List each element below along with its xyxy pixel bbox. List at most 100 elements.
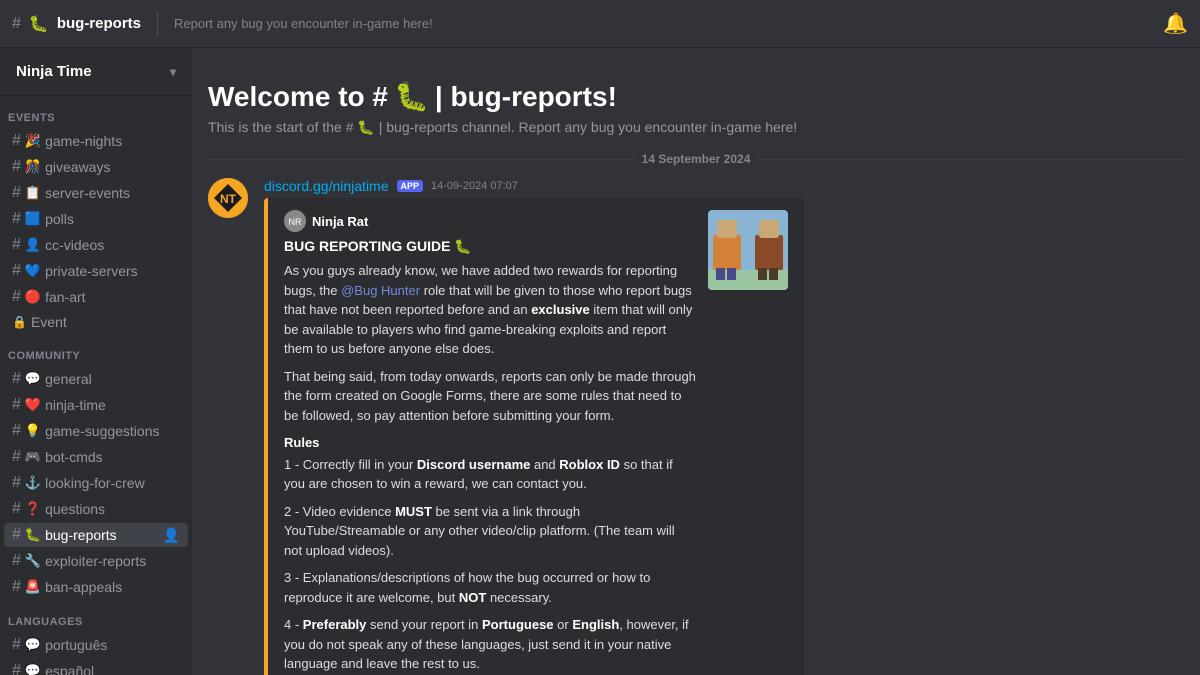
svg-text:NR: NR [289, 217, 302, 227]
game-nights-emoji: 🎉 [25, 133, 41, 149]
message-timestamp: 14-09-2024 07:07 [431, 180, 518, 192]
hash-icon: # [12, 370, 21, 388]
rule-4: 4 - Preferably send your report in Portu… [284, 615, 696, 674]
sidebar-item-ban-appeals[interactable]: # 🚨 ban-appeals [4, 575, 188, 599]
sidebar-item-bug-reports[interactable]: # 🐛 bug-reports 👤 [4, 523, 188, 547]
channel-name-polls: polls [45, 211, 180, 227]
rule-3: 3 - Explanations/descriptions of how the… [284, 568, 696, 607]
sidebar-item-game-nights[interactable]: # 🎉 game-nights [4, 129, 188, 153]
top-bar-description: Report any bug you encounter in-game her… [174, 16, 433, 31]
welcome-subtitle: This is the start of the # 🐛 | bug-repor… [208, 119, 1184, 136]
sidebar-item-exploiter-reports[interactable]: # 🔧 exploiter-reports [4, 549, 188, 573]
channel-hash-icon: # [12, 15, 21, 33]
server-chevron-icon: ▾ [170, 65, 176, 79]
sidebar-item-portugues[interactable]: # 💬 português [4, 633, 188, 657]
top-bar-right: 🔔 [1163, 11, 1188, 36]
ban-appeals-emoji: 🚨 [25, 579, 41, 595]
sidebar-item-bot-cmds[interactable]: # 🎮 bot-cmds [4, 445, 188, 469]
sidebar-item-looking-for-crew[interactable]: # ⚓ looking-for-crew [4, 471, 188, 495]
giveaways-emoji: 🎊 [25, 159, 41, 175]
notification-bell-icon[interactable]: 🔔 [1163, 11, 1188, 36]
channel-name-event: Event [31, 314, 180, 330]
channel-name-questions: questions [45, 501, 180, 517]
server-header[interactable]: Ninja Time ▾ [0, 48, 192, 96]
welcome-prefix: Welcome to # [208, 81, 388, 113]
channel-name-bot-cmds: bot-cmds [45, 449, 180, 465]
hash-icon: # [12, 526, 21, 544]
sidebar-item-ninja-time[interactable]: # ❤️ ninja-time [4, 393, 188, 417]
sidebar-item-general[interactable]: # 💬 general [4, 367, 188, 391]
sidebar-item-event[interactable]: 🔒 Event [4, 311, 188, 333]
sidebar-item-game-suggestions[interactable]: # 💡 game-suggestions [4, 419, 188, 443]
sidebar-item-cc-videos[interactable]: # 👤 cc-videos [4, 233, 188, 257]
channel-name-cc-videos: cc-videos [45, 237, 180, 253]
embed-author-name: Ninja Rat [312, 214, 368, 229]
top-bar: # 🐛 bug-reports Report any bug you encou… [0, 0, 1200, 48]
svg-text:NT: NT [220, 192, 237, 206]
bug-hunter-mention: @Bug Hunter [341, 283, 420, 298]
hash-icon: # [12, 474, 21, 492]
channel-name-game-nights: game-nights [45, 133, 180, 149]
channel-name-ninja-time: ninja-time [45, 397, 180, 413]
top-bar-channel-name: bug-reports [57, 15, 141, 32]
bot-link[interactable]: discord.gg/ninjatime [264, 178, 389, 194]
questions-emoji: ❓ [25, 501, 41, 517]
lock-icon: 🔒 [12, 315, 27, 329]
sidebar-item-server-events[interactable]: # 📋 server-events [4, 181, 188, 205]
exploiter-reports-emoji: 🔧 [25, 553, 41, 569]
sidebar-item-giveaways[interactable]: # 🎊 giveaways [4, 155, 188, 179]
top-bar-divider [157, 12, 158, 36]
embed-author-avatar: NR [284, 210, 306, 232]
game-suggestions-emoji: 💡 [25, 423, 41, 439]
general-emoji: 💬 [25, 371, 41, 387]
channel-name-private-servers: private-servers [45, 263, 180, 279]
private-servers-emoji: 💙 [25, 263, 41, 279]
bot-message-group: NT discord.gg/ninjatime APP 14-09-2024 0… [192, 174, 1200, 675]
hash-icon: # [12, 132, 21, 150]
category-events: EVENTS [0, 96, 192, 128]
date-label: 14 September 2024 [634, 152, 759, 166]
hash-icon: # [12, 288, 21, 306]
looking-for-crew-emoji: ⚓ [25, 475, 41, 491]
hash-icon: # [12, 158, 21, 176]
embed-card: NR Ninja Rat BUG REPORTING GUIDE 🐛 As [264, 198, 804, 675]
portugues-emoji: 💬 [25, 637, 41, 653]
sidebar-item-espanol[interactable]: # 💬 español [4, 659, 188, 675]
channel-content: Welcome to # 🐛 | bug-reports! This is th… [192, 48, 1200, 675]
embed-title-text: BUG REPORTING GUIDE [284, 238, 450, 254]
sidebar-item-private-servers[interactable]: # 💙 private-servers [4, 259, 188, 283]
hash-icon: # [12, 396, 21, 414]
welcome-channel-name: | bug-reports! [435, 81, 617, 113]
embed-intro: As you guys already know, we have added … [284, 261, 696, 359]
bug-reports-emoji: 🐛 [25, 527, 41, 543]
welcome-title: Welcome to # 🐛 | bug-reports! [208, 80, 1184, 113]
channel-name-general: general [45, 371, 180, 387]
hash-icon: # [12, 662, 21, 675]
embed-title: BUG REPORTING GUIDE 🐛 [284, 238, 696, 255]
hash-icon: # [12, 262, 21, 280]
hash-icon: # [12, 422, 21, 440]
message-content-area: discord.gg/ninjatime APP 14-09-2024 07:0… [264, 178, 1184, 675]
sidebar-item-fan-art[interactable]: # 🔴 fan-art [4, 285, 188, 309]
espanol-emoji: 💬 [25, 663, 41, 675]
channel-bug-emoji-icon: 🐛 [29, 14, 49, 34]
date-separator: 14 September 2024 [192, 144, 1200, 174]
bug-reports-badge: 👤 [163, 527, 180, 544]
rule-1: 1 - Correctly fill in your Discord usern… [284, 455, 696, 494]
channel-name-giveaways: giveaways [45, 159, 180, 175]
app-badge: APP [397, 180, 424, 192]
embed-text: As you guys already know, we have added … [284, 261, 696, 675]
sidebar-item-questions[interactable]: # ❓ questions [4, 497, 188, 521]
category-languages: LANGUAGES [0, 600, 192, 632]
bot-avatar: NT [208, 178, 248, 218]
channel-name-fan-art: fan-art [45, 289, 180, 305]
welcome-subtitle-text: This is the start of the # 🐛 | bug-repor… [208, 119, 797, 136]
sidebar-item-polls[interactable]: # 🟦 polls [4, 207, 188, 231]
hash-icon: # [12, 552, 21, 570]
welcome-bug-emoji-icon: 🐛 [394, 80, 429, 113]
channel-name-exploiter-reports: exploiter-reports [45, 553, 180, 569]
app-layout: Ninja Time ▾ EVENTS # 🎉 game-nights # 🎊 … [0, 48, 1200, 675]
embed-thumbnail [708, 210, 788, 290]
message-header: discord.gg/ninjatime APP 14-09-2024 07:0… [264, 178, 1184, 194]
hash-icon: # [12, 636, 21, 654]
